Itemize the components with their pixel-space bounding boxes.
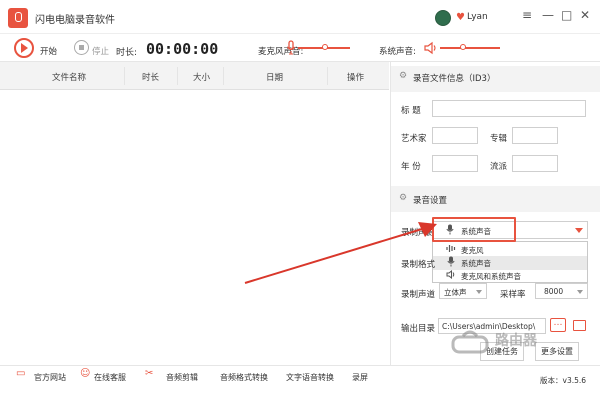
column-divider <box>177 67 178 85</box>
source-option-system[interactable]: 系统声音 <box>433 256 587 270</box>
microphone-icon <box>287 40 295 55</box>
chevron-down-icon[interactable] <box>577 290 583 294</box>
chevron-down-icon[interactable] <box>575 228 583 233</box>
vip-heart-icon: ♥ <box>456 12 465 23</box>
title-label: 标 题 <box>401 106 421 116</box>
website-link[interactable]: 官方网站 <box>34 372 66 383</box>
chevron-down-icon[interactable] <box>476 290 482 294</box>
id3-section-title: 录音文件信息（ID3） <box>413 74 496 84</box>
sample-rate-value: 8000 <box>544 287 564 296</box>
website-icon: ▭ <box>16 368 26 379</box>
watermark: 路由器 <box>451 324 596 370</box>
column-divider <box>223 67 224 85</box>
mic-volume-knob[interactable] <box>322 44 328 50</box>
duration-label: 时长: <box>116 48 138 58</box>
column-divider <box>124 67 125 85</box>
system-volume-slider[interactable] <box>440 47 500 49</box>
support-icon: ☺ <box>80 368 91 379</box>
column-date[interactable]: 日期 <box>266 71 283 83</box>
text-speech-link[interactable]: 文字语音转换 <box>286 372 334 383</box>
user-name[interactable]: Lyan <box>467 12 488 22</box>
audio-edit-icon: ✂ <box>145 368 154 379</box>
column-duration[interactable]: 时长 <box>142 71 159 83</box>
genre-label: 流派 <box>490 162 508 172</box>
genre-input[interactable] <box>512 155 558 172</box>
year-input[interactable] <box>432 155 478 172</box>
version-text: 版本：v3.5.6 <box>540 376 587 385</box>
gear-icon: ⚙ <box>399 193 408 203</box>
maximize-icon[interactable]: □ <box>561 9 572 21</box>
stop-record-icon[interactable] <box>74 40 89 55</box>
audio-wave-icon <box>446 245 456 252</box>
annotation-highlight-box <box>432 217 516 242</box>
year-label: 年 份 <box>401 162 421 172</box>
column-file-name[interactable]: 文件名称 <box>52 71 86 83</box>
app-title: 闪电电脑录音软件 <box>35 15 115 26</box>
artist-label: 艺术家 <box>401 134 427 144</box>
column-actions[interactable]: 操作 <box>347 71 364 83</box>
user-avatar[interactable] <box>435 10 451 26</box>
sample-rate-label: 采样率 <box>500 290 526 300</box>
close-icon[interactable]: ✕ <box>580 9 590 21</box>
column-size[interactable]: 大小 <box>193 71 210 83</box>
app-logo-icon <box>8 8 28 28</box>
screen-record-link[interactable]: 录屏 <box>352 372 368 383</box>
stop-button-label[interactable]: 停止 <box>92 45 109 57</box>
gear-icon: ⚙ <box>399 71 408 81</box>
recording-section-title: 录音设置 <box>413 196 448 206</box>
source-option-mic-and-system[interactable]: 麦克风和系统声音 <box>433 269 587 283</box>
app-window: 闪电电脑录音软件 ♥ Lyan ≡ — □ ✕ 开始 停止 时长: 00:00:… <box>0 0 600 394</box>
output-label: 输出目录 <box>401 324 436 334</box>
artist-input[interactable] <box>432 127 478 144</box>
title-input[interactable] <box>432 100 586 117</box>
record-timer: 00:00:00 <box>146 40 219 58</box>
start-button-label[interactable]: 开始 <box>40 45 57 57</box>
channel-label: 录制声道 <box>401 290 436 300</box>
minimize-icon[interactable]: — <box>542 9 554 21</box>
album-input[interactable] <box>512 127 558 144</box>
audio-edit-link[interactable]: 音频剪辑 <box>166 372 198 383</box>
speaker-icon <box>446 270 455 279</box>
source-option-mic[interactable]: 麦克风 <box>433 243 587 257</box>
mic-volume-label: 麦克风声音: <box>258 47 304 57</box>
channel-select-value: 立体声 <box>444 288 467 297</box>
format-convert-link[interactable]: 音频格式转换 <box>220 372 268 383</box>
annotation-arrow <box>244 222 437 284</box>
system-volume-label: 系统声音: <box>379 47 416 57</box>
album-label: 专辑 <box>490 134 508 144</box>
speaker-icon <box>424 41 436 55</box>
column-divider <box>327 67 328 85</box>
start-record-icon[interactable] <box>14 38 34 58</box>
menu-icon[interactable]: ≡ <box>522 9 532 21</box>
router-watermark-icon <box>451 330 489 354</box>
watermark-text: 路由器 <box>495 333 537 349</box>
system-volume-knob[interactable] <box>460 44 466 50</box>
support-link[interactable]: 在线客服 <box>94 372 126 383</box>
microphone-icon <box>447 256 455 267</box>
